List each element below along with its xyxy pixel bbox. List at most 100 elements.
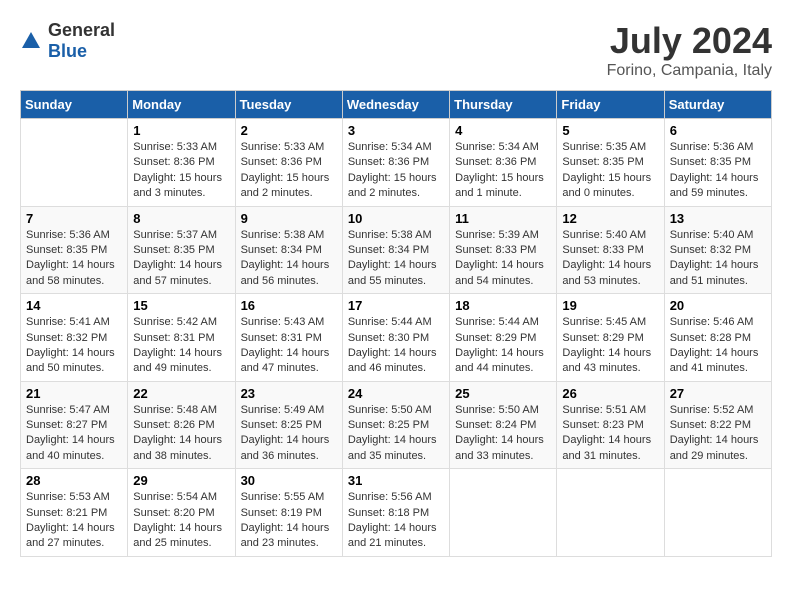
- logo-general: General: [48, 20, 115, 40]
- table-row: 21 Sunrise: 5:47 AMSunset: 8:27 PMDayligh…: [21, 381, 128, 469]
- table-row: 24 Sunrise: 5:50 AMSunset: 8:25 PMDayligh…: [342, 381, 449, 469]
- day-info: Sunrise: 5:56 AMSunset: 8:18 PMDaylight:…: [348, 490, 444, 552]
- day-info: Sunrise: 5:40 AMSunset: 8:32 PMDaylight:…: [670, 228, 766, 290]
- col-saturday: Saturday: [664, 91, 771, 119]
- calendar-table: Sunday Monday Tuesday Wednesday Thursday…: [20, 90, 772, 557]
- calendar-week-row: 21 Sunrise: 5:47 AMSunset: 8:27 PMDayligh…: [21, 381, 772, 469]
- table-row: 1 Sunrise: 5:33 AMSunset: 8:36 PMDaylight…: [128, 119, 235, 207]
- col-monday: Monday: [128, 91, 235, 119]
- day-info: Sunrise: 5:47 AMSunset: 8:27 PMDaylight:…: [26, 403, 122, 465]
- day-info: Sunrise: 5:43 AMSunset: 8:31 PMDaylight:…: [241, 315, 337, 377]
- day-number: 2: [241, 123, 337, 138]
- day-number: 16: [241, 298, 337, 313]
- table-row: 29Sunrise: 5:54 AMSunset: 8:20 PMDayligh…: [128, 469, 235, 557]
- day-info: Sunrise: 5:33 AMSunset: 8:36 PMDaylight:…: [241, 140, 337, 202]
- day-number: 9: [241, 211, 337, 226]
- day-info: Sunrise: 5:33 AMSunset: 8:36 PMDaylight:…: [133, 140, 229, 202]
- table-row: 20 Sunrise: 5:46 AMSunset: 8:28 PMDayligh…: [664, 294, 771, 382]
- logo-blue: Blue: [48, 41, 87, 61]
- day-number: 18: [455, 298, 551, 313]
- day-number: 11: [455, 211, 551, 226]
- day-info: Sunrise: 5:50 AMSunset: 8:25 PMDaylight:…: [348, 403, 444, 465]
- table-row: 13 Sunrise: 5:40 AMSunset: 8:32 PMDayligh…: [664, 206, 771, 294]
- day-info: Sunrise: 5:55 AMSunset: 8:19 PMDaylight:…: [241, 490, 337, 552]
- day-number: 20: [670, 298, 766, 313]
- day-number: 24: [348, 386, 444, 401]
- table-row: 17Sunrise: 5:44 AMSunset: 8:30 PMDayligh…: [342, 294, 449, 382]
- col-friday: Friday: [557, 91, 664, 119]
- day-info: Sunrise: 5:38 AMSunset: 8:34 PMDaylight:…: [348, 228, 444, 290]
- logo: General Blue: [20, 20, 115, 62]
- day-number: 26: [562, 386, 658, 401]
- calendar-header-row: Sunday Monday Tuesday Wednesday Thursday…: [21, 91, 772, 119]
- table-row: 7 Sunrise: 5:36 AMSunset: 8:35 PMDaylight…: [21, 206, 128, 294]
- table-row: [21, 119, 128, 207]
- table-row: 18 Sunrise: 5:44 AMSunset: 8:29 PMDayligh…: [450, 294, 557, 382]
- title-block: July 2024 Forino, Campania, Italy: [607, 20, 772, 80]
- table-row: 27Sunrise: 5:52 AMSunset: 8:22 PMDayligh…: [664, 381, 771, 469]
- day-number: 25: [455, 386, 551, 401]
- table-row: 11 Sunrise: 5:39 AMSunset: 8:33 PMDayligh…: [450, 206, 557, 294]
- calendar-week-row: 28 Sunrise: 5:53 AMSunset: 8:21 PMDayligh…: [21, 469, 772, 557]
- day-info: Sunrise: 5:44 AMSunset: 8:30 PMDaylight:…: [348, 315, 444, 377]
- day-info: Sunrise: 5:36 AMSunset: 8:35 PMDaylight:…: [26, 228, 122, 290]
- table-row: 14Sunrise: 5:41 AMSunset: 8:32 PMDayligh…: [21, 294, 128, 382]
- calendar-week-row: 7 Sunrise: 5:36 AMSunset: 8:35 PMDaylight…: [21, 206, 772, 294]
- col-thursday: Thursday: [450, 91, 557, 119]
- table-row: 16 Sunrise: 5:43 AMSunset: 8:31 PMDayligh…: [235, 294, 342, 382]
- table-row: [450, 469, 557, 557]
- day-number: 22: [133, 386, 229, 401]
- day-info: Sunrise: 5:39 AMSunset: 8:33 PMDaylight:…: [455, 228, 551, 290]
- day-number: 14: [26, 298, 122, 313]
- day-number: 21: [26, 386, 122, 401]
- day-info: Sunrise: 5:49 AMSunset: 8:25 PMDaylight:…: [241, 403, 337, 465]
- table-row: 12 Sunrise: 5:40 AMSunset: 8:33 PMDayligh…: [557, 206, 664, 294]
- table-row: 2 Sunrise: 5:33 AMSunset: 8:36 PMDaylight…: [235, 119, 342, 207]
- day-info: Sunrise: 5:46 AMSunset: 8:28 PMDaylight:…: [670, 315, 766, 377]
- day-number: 1: [133, 123, 229, 138]
- table-row: 6Sunrise: 5:36 AMSunset: 8:35 PMDaylight…: [664, 119, 771, 207]
- day-number: 28: [26, 473, 122, 488]
- day-number: 29: [133, 473, 229, 488]
- day-info: Sunrise: 5:34 AMSunset: 8:36 PMDaylight:…: [348, 140, 444, 202]
- day-info: Sunrise: 5:52 AMSunset: 8:22 PMDaylight:…: [670, 403, 766, 465]
- day-info: Sunrise: 5:37 AMSunset: 8:35 PMDaylight:…: [133, 228, 229, 290]
- day-number: 30: [241, 473, 337, 488]
- day-info: Sunrise: 5:44 AMSunset: 8:29 PMDaylight:…: [455, 315, 551, 377]
- table-row: 22 Sunrise: 5:48 AMSunset: 8:26 PMDayligh…: [128, 381, 235, 469]
- table-row: 25 Sunrise: 5:50 AMSunset: 8:24 PMDayligh…: [450, 381, 557, 469]
- day-info: Sunrise: 5:48 AMSunset: 8:26 PMDaylight:…: [133, 403, 229, 465]
- day-number: 15: [133, 298, 229, 313]
- day-number: 12: [562, 211, 658, 226]
- day-info: Sunrise: 5:35 AMSunset: 8:35 PMDaylight:…: [562, 140, 658, 202]
- day-info: Sunrise: 5:42 AMSunset: 8:31 PMDaylight:…: [133, 315, 229, 377]
- day-number: 3: [348, 123, 444, 138]
- table-row: 5 Sunrise: 5:35 AMSunset: 8:35 PMDaylight…: [557, 119, 664, 207]
- day-number: 5: [562, 123, 658, 138]
- table-row: 15 Sunrise: 5:42 AMSunset: 8:31 PMDayligh…: [128, 294, 235, 382]
- day-number: 4: [455, 123, 551, 138]
- day-info: Sunrise: 5:53 AMSunset: 8:21 PMDaylight:…: [26, 490, 122, 552]
- location: Forino, Campania, Italy: [607, 62, 772, 80]
- day-number: 13: [670, 211, 766, 226]
- table-row: 23Sunrise: 5:49 AMSunset: 8:25 PMDayligh…: [235, 381, 342, 469]
- calendar-week-row: 1 Sunrise: 5:33 AMSunset: 8:36 PMDaylight…: [21, 119, 772, 207]
- table-row: 26Sunrise: 5:51 AMSunset: 8:23 PMDayligh…: [557, 381, 664, 469]
- col-wednesday: Wednesday: [342, 91, 449, 119]
- table-row: 9 Sunrise: 5:38 AMSunset: 8:34 PMDaylight…: [235, 206, 342, 294]
- table-row: [557, 469, 664, 557]
- day-info: Sunrise: 5:38 AMSunset: 8:34 PMDaylight:…: [241, 228, 337, 290]
- day-number: 10: [348, 211, 444, 226]
- col-tuesday: Tuesday: [235, 91, 342, 119]
- col-sunday: Sunday: [21, 91, 128, 119]
- day-number: 7: [26, 211, 122, 226]
- month-year: July 2024: [607, 20, 772, 62]
- day-info: Sunrise: 5:50 AMSunset: 8:24 PMDaylight:…: [455, 403, 551, 465]
- day-info: Sunrise: 5:36 AMSunset: 8:35 PMDaylight:…: [670, 140, 766, 202]
- logo-icon: [20, 30, 42, 52]
- day-info: Sunrise: 5:45 AMSunset: 8:29 PMDaylight:…: [562, 315, 658, 377]
- table-row: 28 Sunrise: 5:53 AMSunset: 8:21 PMDayligh…: [21, 469, 128, 557]
- table-row: 31 Sunrise: 5:56 AMSunset: 8:18 PMDayligh…: [342, 469, 449, 557]
- day-info: Sunrise: 5:40 AMSunset: 8:33 PMDaylight:…: [562, 228, 658, 290]
- day-number: 31: [348, 473, 444, 488]
